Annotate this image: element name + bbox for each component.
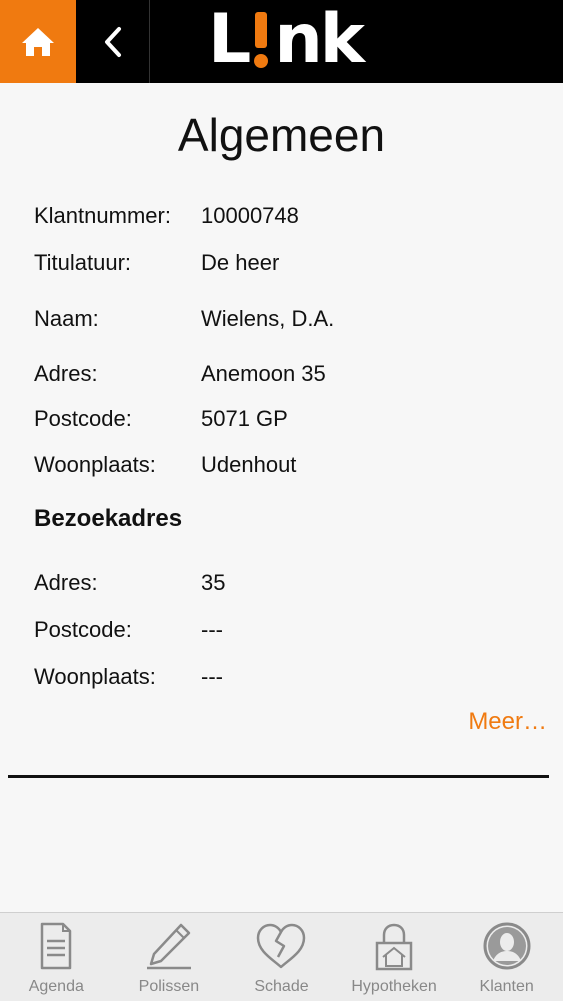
field-value: 35 bbox=[201, 570, 226, 595]
field-label: Postcode: bbox=[34, 406, 132, 431]
field-label: Naam: bbox=[34, 306, 99, 331]
more-link[interactable]: Meer… bbox=[468, 708, 547, 736]
home-icon bbox=[22, 27, 54, 56]
tab-label: Schade bbox=[254, 978, 309, 995]
field-label: Postcode: bbox=[34, 617, 132, 642]
pencil-icon bbox=[146, 923, 191, 970]
chevron-left-icon bbox=[104, 26, 121, 57]
visit-row-postcode: Postcode: --- bbox=[34, 617, 554, 647]
field-row-titulatuur: Titulatuur: De heer bbox=[34, 250, 554, 280]
tab-label: Hypotheken bbox=[351, 978, 437, 995]
field-value: De heer bbox=[201, 250, 280, 275]
home-button[interactable] bbox=[0, 0, 76, 83]
section-heading-bezoekadres: Bezoekadres bbox=[34, 505, 183, 532]
field-value: Anemoon 35 bbox=[201, 361, 326, 386]
link-logo: L nk bbox=[208, 0, 365, 79]
logo-letters-nk: nk bbox=[274, 0, 365, 79]
field-label: Woonplaats: bbox=[34, 452, 156, 477]
house-lock-icon bbox=[375, 923, 413, 971]
broken-heart-icon bbox=[257, 923, 306, 969]
page-title: Algemeen bbox=[177, 109, 386, 161]
visit-row-adres: Adres: 35 bbox=[34, 570, 554, 600]
field-row-naam: Naam: Wielens, D.A. bbox=[34, 306, 554, 336]
tab-agenda[interactable]: Agenda bbox=[0, 913, 113, 1001]
field-value: Udenhout bbox=[201, 452, 297, 477]
field-value: --- bbox=[201, 617, 223, 642]
field-row-klantnummer: Klantnummer: 10000748 bbox=[34, 203, 554, 233]
tab-label: Polissen bbox=[138, 978, 200, 995]
field-label: Klantnummer: bbox=[34, 203, 171, 228]
document-icon bbox=[41, 922, 72, 970]
field-label: Adres: bbox=[34, 570, 98, 595]
logo-exclamation-mark bbox=[250, 12, 272, 68]
field-value: 5071 GP bbox=[201, 406, 288, 431]
logo-letter-l: L bbox=[208, 0, 251, 79]
field-row-adres: Adres: Anemoon 35 bbox=[34, 361, 554, 391]
top-bar: L nk bbox=[0, 0, 563, 83]
field-label: Adres: bbox=[34, 361, 98, 386]
field-value: --- bbox=[201, 664, 223, 689]
field-row-woonplaats: Woonplaats: Udenhout bbox=[34, 452, 554, 482]
divider bbox=[8, 775, 549, 778]
back-button[interactable] bbox=[76, 0, 150, 83]
visit-row-woonplaats: Woonplaats: --- bbox=[34, 664, 554, 694]
tab-bar: Agenda Polissen Schade Hypotheken Klante… bbox=[0, 912, 563, 1001]
tab-schade[interactable]: Schade bbox=[225, 913, 338, 1001]
person-icon bbox=[483, 922, 531, 970]
field-value: Wielens, D.A. bbox=[201, 306, 335, 331]
tab-label: Agenda bbox=[28, 978, 84, 995]
tab-label: Klanten bbox=[479, 978, 534, 995]
tab-polissen[interactable]: Polissen bbox=[113, 913, 226, 1001]
field-value: 10000748 bbox=[201, 203, 299, 228]
tab-hypotheken[interactable]: Hypotheken bbox=[338, 913, 451, 1001]
field-row-postcode: Postcode: 5071 GP bbox=[34, 406, 554, 436]
field-label: Titulatuur: bbox=[34, 250, 132, 275]
tab-klanten[interactable]: Klanten bbox=[450, 913, 563, 1001]
field-label: Woonplaats: bbox=[34, 664, 156, 689]
